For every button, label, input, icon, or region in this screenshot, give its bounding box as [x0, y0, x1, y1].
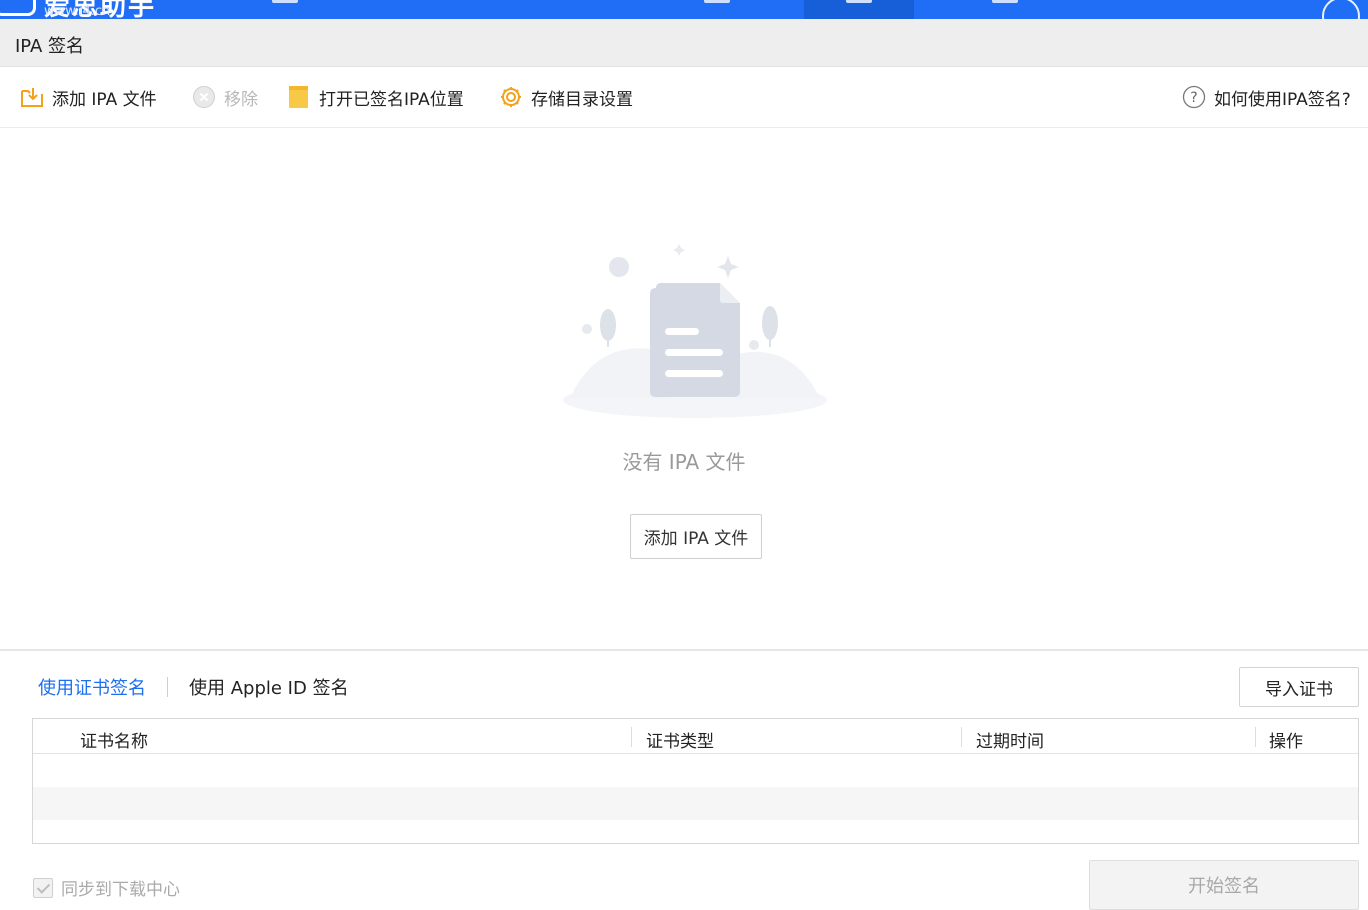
col-cert-type[interactable]: 证书类型 [646, 727, 714, 752]
col-separator [961, 727, 962, 747]
svg-text:?: ? [1190, 90, 1197, 106]
folder-icon [287, 85, 311, 109]
checkbox-checked-icon[interactable] [33, 877, 53, 898]
nav-tab-active[interactable] [804, 0, 914, 19]
nav-tab-active-icon [846, 0, 872, 3]
nav-tab-icon[interactable] [992, 0, 1018, 3]
open-signed-label: 打开已签名IPA位置 [319, 89, 464, 110]
sync-label: 同步到下载中心 [61, 880, 180, 900]
nav-tab-icon[interactable] [704, 0, 730, 3]
add-ipa-button[interactable]: 添加 IPA 文件 [20, 84, 157, 110]
ipa-list-empty-state: 没有 IPA 文件 添加 IPA 文件 [0, 128, 1368, 650]
storage-settings-button[interactable]: 存储目录设置 [499, 84, 633, 110]
folder-add-icon [20, 85, 44, 109]
remove-label: 移除 [224, 89, 258, 110]
app-brand-url: www.i4.cn [44, 4, 111, 19]
sign-method-tabs: 使用证书签名 使用 Apple ID 签名 [38, 674, 349, 700]
tab-apple-id-sign[interactable]: 使用 Apple ID 签名 [189, 674, 349, 700]
nav-tab-icon[interactable] [272, 0, 298, 3]
download-icon[interactable] [1322, 0, 1360, 19]
help-link[interactable]: ? 如何使用IPA签名? [1182, 84, 1351, 110]
storage-settings-label: 存储目录设置 [531, 89, 633, 110]
col-separator [1255, 727, 1256, 747]
help-label: 如何使用IPA签名? [1214, 89, 1351, 110]
window-title-bar: IPA 签名 [0, 19, 1368, 67]
empty-message: 没有 IPA 文件 [622, 450, 746, 474]
import-cert-button[interactable]: 导入证书 [1239, 667, 1359, 707]
col-expire-time[interactable]: 过期时间 [976, 727, 1044, 752]
question-circle-icon: ? [1182, 85, 1206, 109]
add-ipa-file-button[interactable]: 添加 IPA 文件 [630, 514, 762, 559]
app-top-bar: 爱思助手 www.i4.cn [0, 0, 1368, 19]
start-sign-button[interactable]: 开始签名 [1089, 860, 1359, 910]
table-row [33, 754, 1358, 787]
section-divider [0, 649, 1368, 651]
window-title: IPA 签名 [15, 36, 85, 57]
cert-table-header: 证书名称 证书类型 过期时间 操作 [33, 719, 1358, 754]
tab-cert-sign[interactable]: 使用证书签名 [38, 674, 146, 700]
col-actions[interactable]: 操作 [1269, 727, 1303, 752]
cert-table: 证书名称 证书类型 过期时间 操作 [32, 718, 1359, 844]
remove-circle-icon [192, 85, 216, 109]
col-separator [631, 727, 632, 747]
app-logo-icon [0, 0, 36, 16]
toolbar: 添加 IPA 文件 移除 打开已签名IPA位置 存储目录设置 ? 如何使用IPA… [0, 67, 1368, 128]
gear-icon [499, 85, 523, 109]
tab-separator [167, 677, 168, 697]
table-row [33, 787, 1358, 820]
add-ipa-label: 添加 IPA 文件 [52, 89, 157, 110]
empty-document-illustration [560, 238, 830, 423]
remove-button[interactable]: 移除 [192, 84, 258, 110]
col-cert-name[interactable]: 证书名称 [80, 727, 148, 752]
sync-download-center-checkbox[interactable]: 同步到下载中心 [33, 875, 180, 900]
open-signed-location-button[interactable]: 打开已签名IPA位置 [287, 84, 464, 110]
